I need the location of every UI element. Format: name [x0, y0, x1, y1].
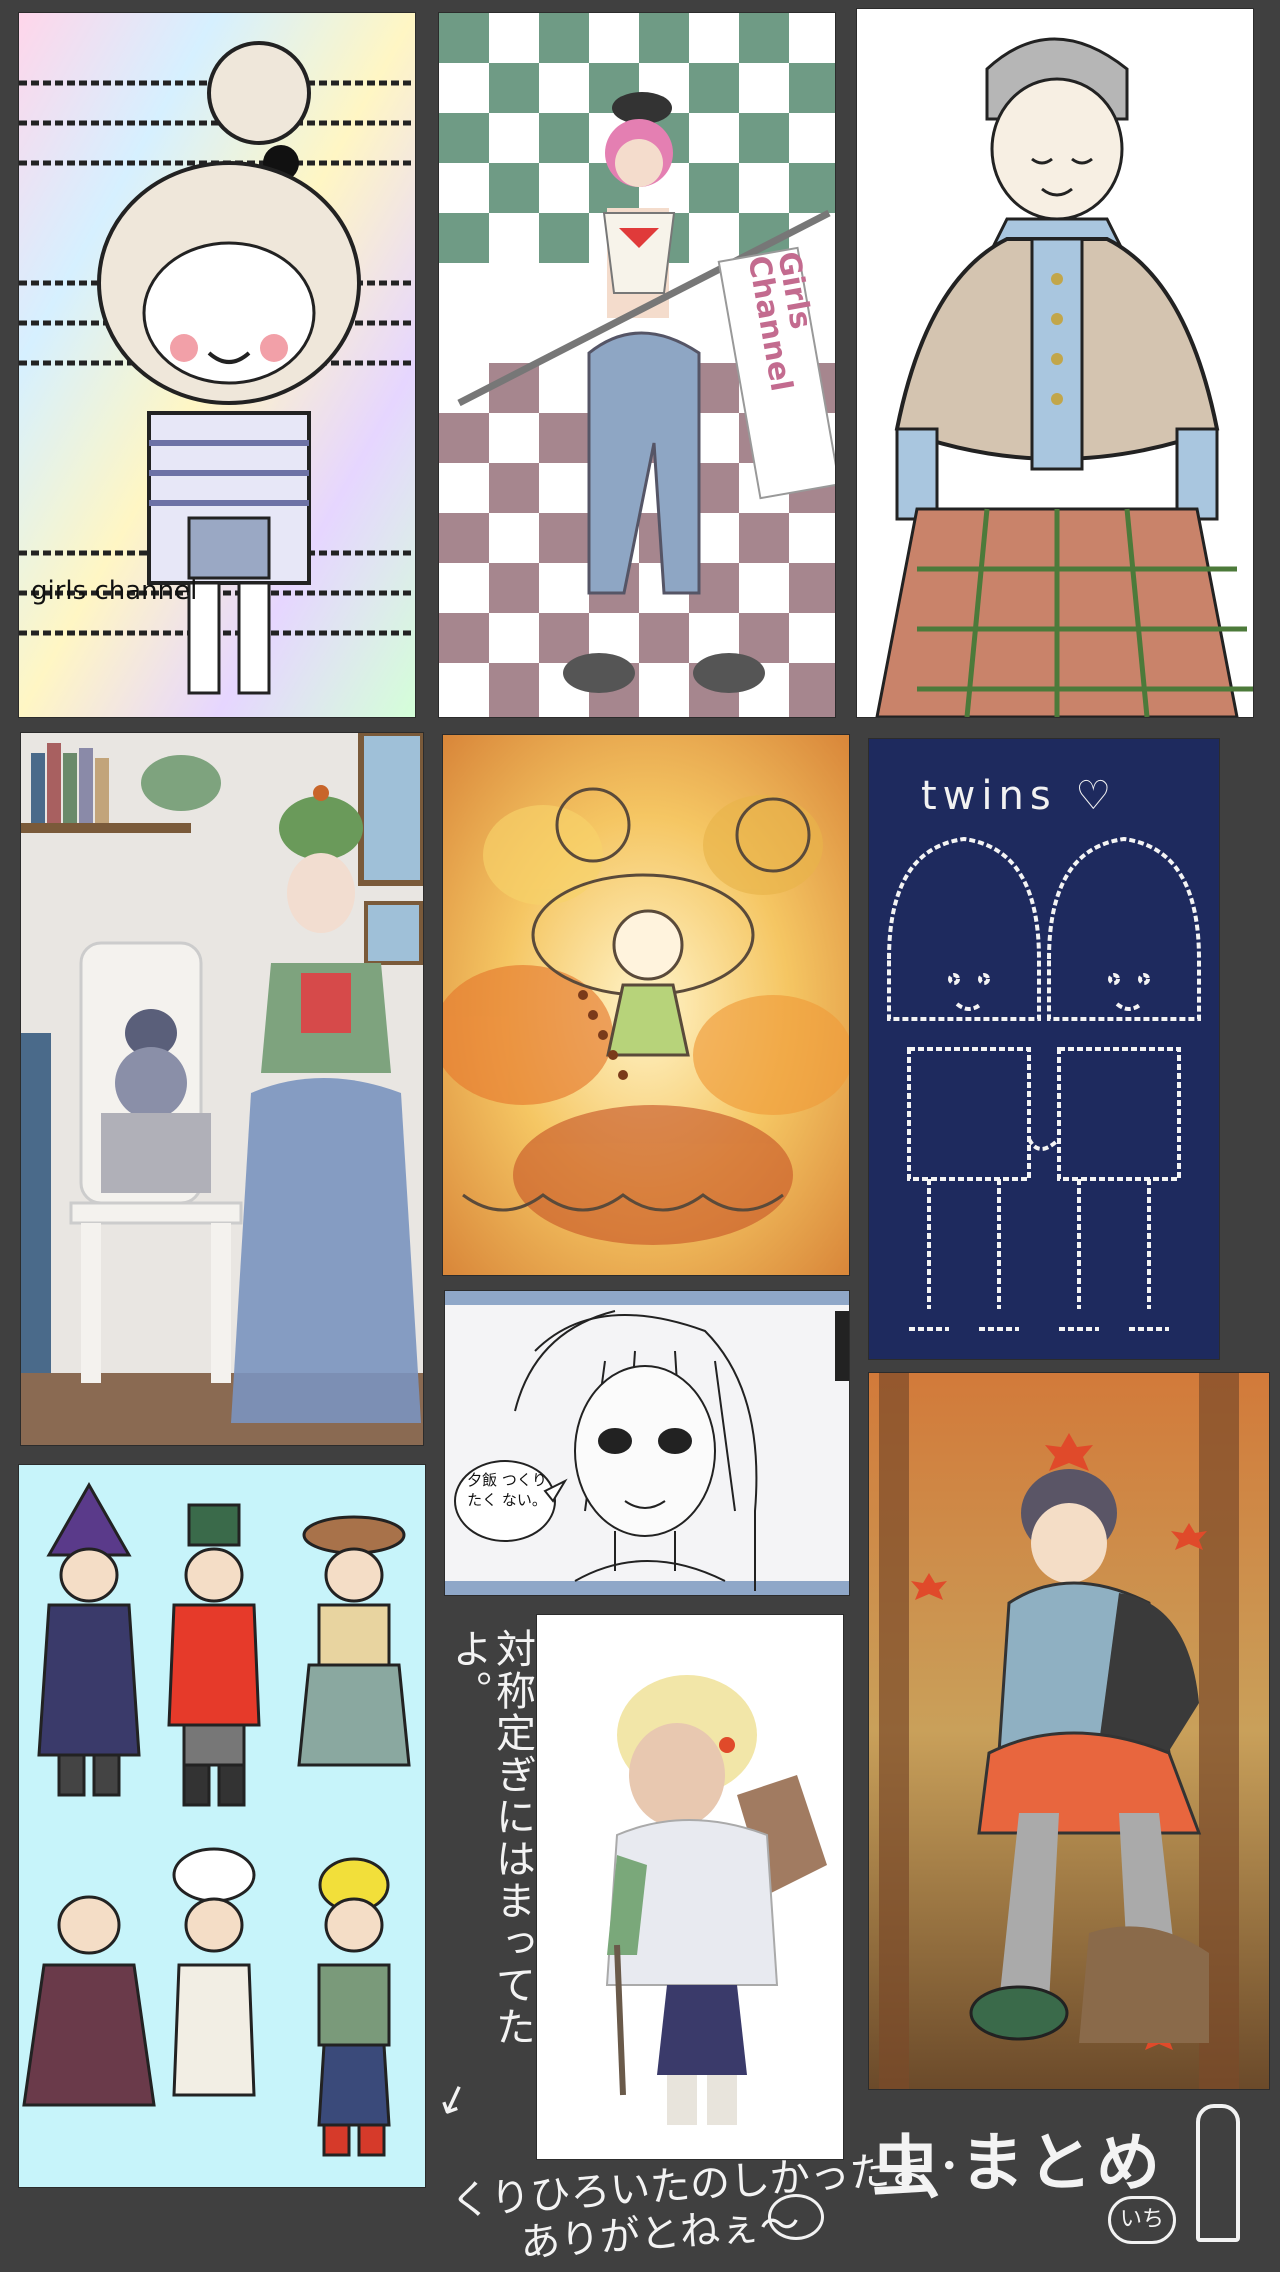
- illustration-room-girl[interactable]: [20, 732, 424, 1446]
- smiley-face-icon: [768, 2194, 824, 2240]
- pastel-girl-art: [19, 13, 415, 717]
- title-matome: まとめ: [960, 2127, 1164, 2201]
- manga-speech-bubble: 夕飯 つくりたく ない。: [467, 1471, 547, 1509]
- girls-channel-caption: girls channel: [31, 576, 198, 606]
- title-badge: いち: [1108, 2196, 1176, 2244]
- illustration-manga-sketch[interactable]: 夕飯 つくりたく ない。: [444, 1290, 850, 1596]
- illustration-poncho-girl[interactable]: [856, 8, 1254, 718]
- side-note-text: 対称定ぎにはまってたよ。: [445, 1628, 535, 2048]
- autumn-hiker-art: [869, 1373, 1269, 2089]
- illustration-girls-channel-pastel[interactable]: girls channel: [18, 12, 416, 718]
- worm-doodle-icon: [1196, 2104, 1240, 2242]
- room-girl-art: [21, 733, 423, 1445]
- illustration-old-woman-basket[interactable]: [536, 1614, 844, 2160]
- illustration-autumn-flower-girl[interactable]: [442, 734, 850, 1276]
- illustration-flag-girl-checkered[interactable]: Girls Channel: [438, 12, 836, 718]
- bug-glyph-icon: 虫: [872, 2129, 941, 2208]
- twins-line-art: [887, 836, 1201, 1331]
- poncho-girl-art: [857, 9, 1253, 717]
- chibi-set-art: [19, 1465, 425, 2187]
- illustration-autumn-hiker[interactable]: [868, 1372, 1270, 2090]
- manga-sketch-art: [445, 1291, 849, 1595]
- illustration-chibi-set[interactable]: [18, 1464, 426, 2188]
- old-woman-art: [537, 1615, 843, 2159]
- flag-text: Girls Channel: [740, 248, 819, 395]
- autumn-flower-art: [443, 735, 849, 1275]
- illustration-twins[interactable]: twins ♡: [868, 738, 1220, 1360]
